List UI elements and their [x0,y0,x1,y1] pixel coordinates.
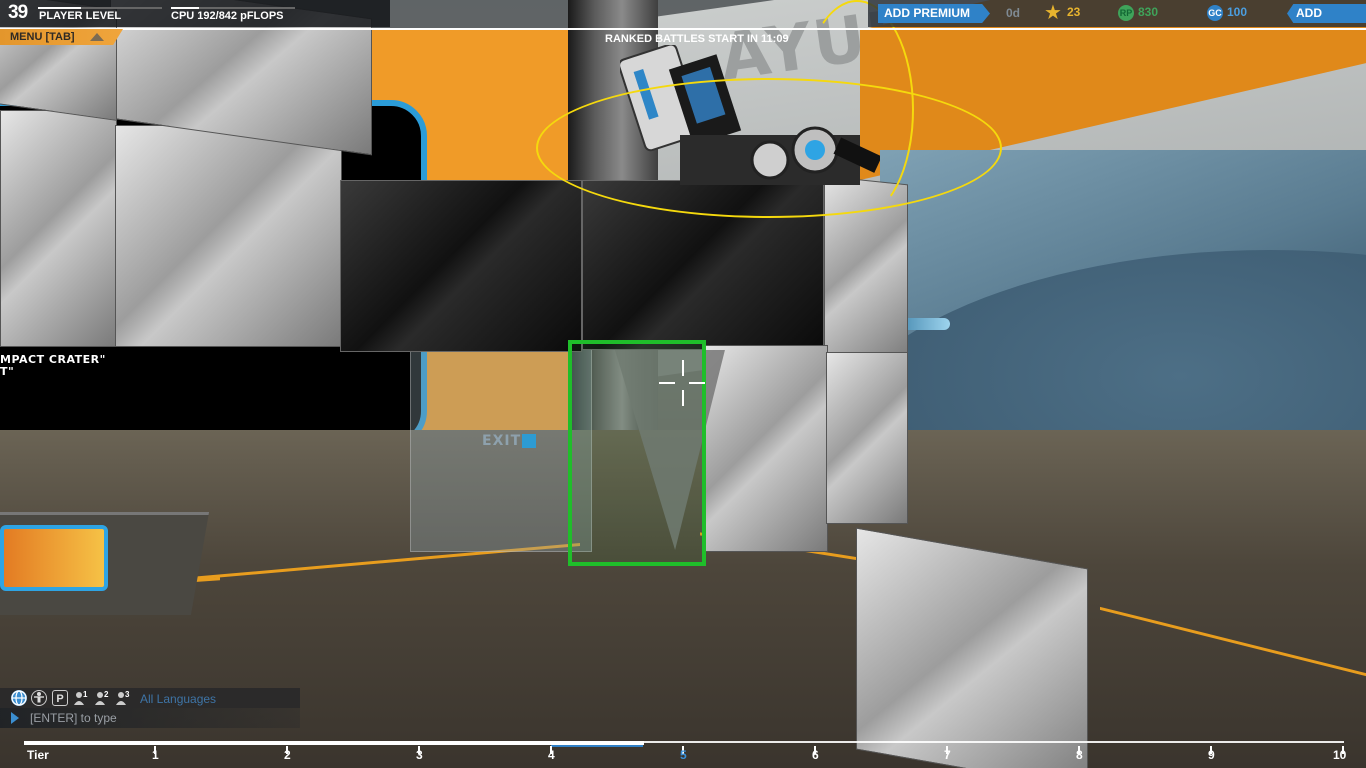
chat-input[interactable] [0,708,300,728]
ranked-countdown: RANKED BATTLES START IN 11:09 [605,33,789,45]
tier-number-9: 9 [1208,748,1215,762]
cube-block[interactable] [826,352,908,524]
tier-current-highlight [551,745,643,747]
cube-block[interactable] [0,110,117,347]
add-funds-button[interactable]: ADD FUNDS [1287,4,1366,23]
exit-arrow-icon [522,434,536,448]
add-premium-button[interactable]: ADD PREMIUM [878,4,990,23]
menu-tab-label: MENU [TAB] [10,31,75,43]
cube-block[interactable] [115,125,342,347]
cube-block[interactable] [704,345,828,552]
player-level-number: 39 [8,2,28,23]
tier-number-3: 3 [416,748,423,762]
game-viewport[interactable]: AYUI rototype MPACT CRATER" T" EXIT [0,0,1366,768]
cube-block-dark[interactable] [340,180,582,352]
placement-highlight [568,340,706,566]
chat-language-selector[interactable]: All Languages [140,692,216,706]
chat-caret-icon [11,712,19,724]
star-icon: ★ [1044,0,1062,24]
robits-count: 830 [1138,5,1159,19]
crosshair-icon [682,390,684,406]
player2-icon[interactable]: 2 [94,690,110,706]
player2-number: 2 [104,690,109,699]
map-name-line-1: MPACT CRATER" [0,353,106,366]
tier-number-7: 7 [944,748,951,762]
cpu-label: CPU 192/842 pFLOPS [171,10,284,22]
globe-icon[interactable] [11,690,27,706]
player1-number: 1 [83,690,88,699]
selection-ring [536,78,1002,218]
player3-icon[interactable]: 3 [115,690,131,706]
stars-count: 23 [1067,5,1081,19]
player1-icon[interactable]: 1 [73,690,89,706]
player-level-label: PLAYER LEVEL [39,10,122,22]
premium-days: 0d [1006,6,1021,20]
map-name-text: MPACT CRATER" T" [0,354,106,378]
map-name-line-2: T" [0,365,15,378]
cpu-bar [171,7,295,9]
crosshair-icon [682,360,684,376]
top-hud: 39 PLAYER LEVEL CPU 192/842 pFLOPS ADD P… [0,0,1366,28]
selection-arc [800,0,914,219]
body-icon[interactable] [31,690,47,706]
tier-number-5: 5 [680,748,687,762]
tier-number-8: 8 [1076,748,1083,762]
p-icon[interactable]: P [52,690,68,706]
galaxy-coin-count: 100 [1227,5,1248,19]
player3-number: 3 [125,690,130,699]
crosshair-icon [689,382,705,384]
galaxy-coin-icon: GC [1207,5,1223,21]
tier-number-10: 10 [1333,748,1347,762]
tier-label: Tier [27,748,49,762]
crosshair-icon [659,382,675,384]
player-level-bar-fill [38,7,82,9]
chevron-up-icon [90,33,104,41]
console-screen [0,525,108,591]
tier-number-6: 6 [812,748,819,762]
robits-icon: RP [1118,5,1134,21]
exit-sign: EXIT [482,433,522,449]
tier-number-4: 4 [548,748,555,762]
cube-block[interactable] [856,527,1088,768]
hud-divider [0,28,1366,30]
player-level-bar [38,7,162,9]
tier-number-2: 2 [284,748,291,762]
distant-ship [902,318,950,330]
cpu-bar-fill [171,7,200,9]
tier-number-1: 1 [152,748,159,762]
